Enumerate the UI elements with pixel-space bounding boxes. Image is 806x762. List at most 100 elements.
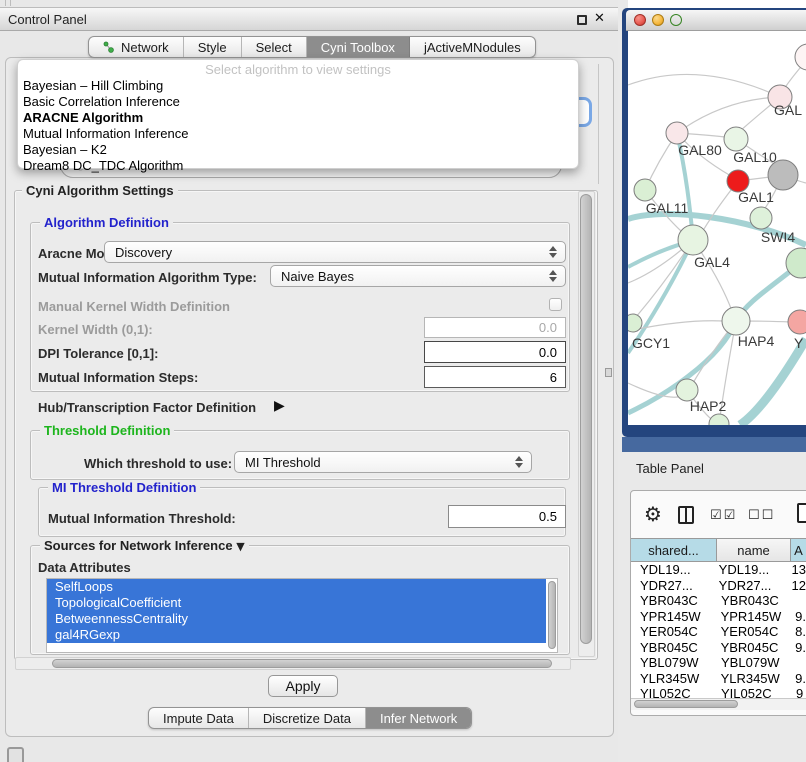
menu-item-basic-correlation[interactable]: Basic Correlation Inference [18,94,578,110]
node-hap4[interactable] [722,307,750,335]
dpi-tolerance-field[interactable]: 0.0 [424,341,566,363]
close-icon[interactable]: ✕ [594,11,605,26]
node-gal11[interactable] [634,179,656,201]
settings-hscrollbar-thumb[interactable] [52,659,552,668]
network-graph[interactable]: GAL GAL80 GAL10 GAL1 GAL11 SWI4 GAL4 GCY… [628,31,806,425]
unchecked-boxes-icon[interactable]: ☐☐ [748,508,775,523]
cell-value: 9. [790,640,806,656]
cell-value: 9. [790,609,806,625]
mi-algorithm-type-combo[interactable]: Naive Bayes [270,265,566,287]
tab-cyni-toolbox-label: Cyni Toolbox [321,40,395,55]
zoom-traffic-light[interactable] [670,14,682,26]
node-label: GAL [774,102,802,118]
screen: Control Panel ✕ Network Style Select Cyn… [0,0,806,762]
cell-name: YIL052C [717,686,791,698]
list-item-selfloops[interactable]: SelfLoops [47,579,546,595]
node-label: HAP4 [738,333,775,349]
mi-threshold-title: MI Threshold Definition [48,480,200,495]
kernel-width-field[interactable]: 0.0 [424,317,566,338]
table-row[interactable]: YIL052CYIL052C9 [631,686,806,698]
table-row[interactable]: YPR145WYPR145W9. [631,609,806,625]
cell-shared: YDR27... [631,578,715,594]
node-gcy1[interactable] [628,314,642,332]
table-hscrollbar-thumb[interactable] [634,700,738,708]
cell-value [791,655,796,671]
node-label: GAL11 [646,200,689,216]
close-traffic-light[interactable] [634,14,646,26]
menu-item-mutual-information[interactable]: Mutual Information Inference [18,126,578,142]
gear-icon[interactable]: ⚙ [644,502,662,526]
list-vscrollbar-thumb[interactable] [548,581,556,649]
which-threshold-value: MI Threshold [245,455,321,470]
table-row[interactable]: YLR345WYLR345W9. [631,671,806,687]
node-partial-bottom[interactable] [709,414,729,425]
cell-name: YER054C [717,624,791,640]
table-row[interactable]: YBR045CYBR045C9. [631,640,806,656]
list-item-betweennesscentrality[interactable]: BetweennessCentrality [47,611,546,627]
control-panel-tabbar: Network Style Select Cyni Toolbox jActiv… [88,36,536,58]
tab-infer-network[interactable]: Infer Network [366,708,471,728]
cell-value: 12 [787,578,806,594]
mi-threshold-field[interactable]: 0.5 [448,505,566,528]
checked-boxes-icon[interactable]: ☑☑ [710,508,737,523]
partial-page-icon[interactable] [797,503,806,523]
tab-style[interactable]: Style [184,37,242,57]
node-label: GAL1 [738,189,774,205]
menu-item-bayesian-k2[interactable]: Bayesian – K2 [18,142,578,158]
tab-network-label: Network [121,40,169,55]
node-label: GAL4 [694,254,730,270]
network-icon [103,41,115,53]
float-window-icon[interactable] [577,15,587,25]
aracne-mode-combo[interactable]: Discovery [104,241,566,263]
tab-cyni-toolbox[interactable]: Cyni Toolbox [307,37,410,57]
node-label: HAP2 [690,398,727,414]
tab-discretize-data-label: Discretize Data [263,711,351,726]
cell-value: 9 [791,686,803,698]
node-partial-top[interactable] [795,44,806,70]
tab-select[interactable]: Select [242,37,307,57]
node-gal10[interactable] [724,127,748,151]
node-gal4[interactable] [678,225,708,255]
node-label: SWI4 [761,229,795,245]
split-columns-icon[interactable] [678,506,694,524]
expand-arrow-icon[interactable]: ▶ [274,398,285,414]
column-header-partial[interactable]: A [791,539,806,561]
tab-select-label: Select [256,40,292,55]
settings-vscrollbar-thumb[interactable] [580,194,592,644]
dpi-tolerance-label: DPI Tolerance [0,1]: [38,346,158,361]
table-row[interactable]: YBR043CYBR043C [631,593,806,609]
manual-kernel-width-label: Manual Kernel Width Definition [38,299,230,314]
tab-discretize-data[interactable]: Discretize Data [249,708,366,728]
top-notch-decoration [5,0,11,6]
table-header: shared... name A [631,538,806,562]
cell-name: YBR045C [717,640,791,656]
list-item-topologicalcoefficient[interactable]: TopologicalCoefficient [47,595,546,611]
panel-splitter-handle[interactable] [605,368,612,377]
tab-impute-data[interactable]: Impute Data [149,708,249,728]
table-row[interactable]: YDL19...YDL19...13 [631,562,806,578]
minimize-traffic-light[interactable] [652,14,664,26]
menu-item-dream8[interactable]: Dream8 DC_TDC Algorithm [18,158,578,174]
list-item-gal4rgexp[interactable]: gal4RGexp [47,627,546,643]
column-header-shared-name[interactable]: shared... [631,539,717,561]
tab-network[interactable]: Network [89,37,184,57]
mi-threshold-label: Mutual Information Threshold: [48,511,236,526]
table-row[interactable]: YER054CYER054C8. [631,624,806,640]
which-threshold-combo[interactable]: MI Threshold [234,451,532,473]
node-salmon[interactable] [788,310,806,334]
collapse-arrow-icon[interactable]: ▼ [236,540,244,553]
tab-jactivemnodules[interactable]: jActiveMNodules [410,37,535,57]
menu-item-aracne[interactable]: ARACNE Algorithm [18,110,578,126]
mi-steps-field[interactable]: 6 [424,366,566,388]
cell-name: YDR27... [715,578,787,594]
apply-button[interactable]: Apply [268,675,338,697]
manual-kernel-width-checkbox[interactable] [549,298,562,311]
table-row[interactable]: YBL079WYBL079W [631,655,806,671]
partial-toolbar-icon[interactable] [7,747,24,762]
table-row[interactable]: YDR27...YDR27...12 [631,578,806,594]
node-labels: GAL GAL80 GAL10 GAL1 GAL11 SWI4 GAL4 GCY… [632,102,804,414]
node-gal80[interactable] [666,122,688,144]
node-swi4[interactable] [750,207,772,229]
menu-item-bayesian-hill-climbing[interactable]: Bayesian – Hill Climbing [18,78,578,94]
column-header-name[interactable]: name [717,539,791,561]
